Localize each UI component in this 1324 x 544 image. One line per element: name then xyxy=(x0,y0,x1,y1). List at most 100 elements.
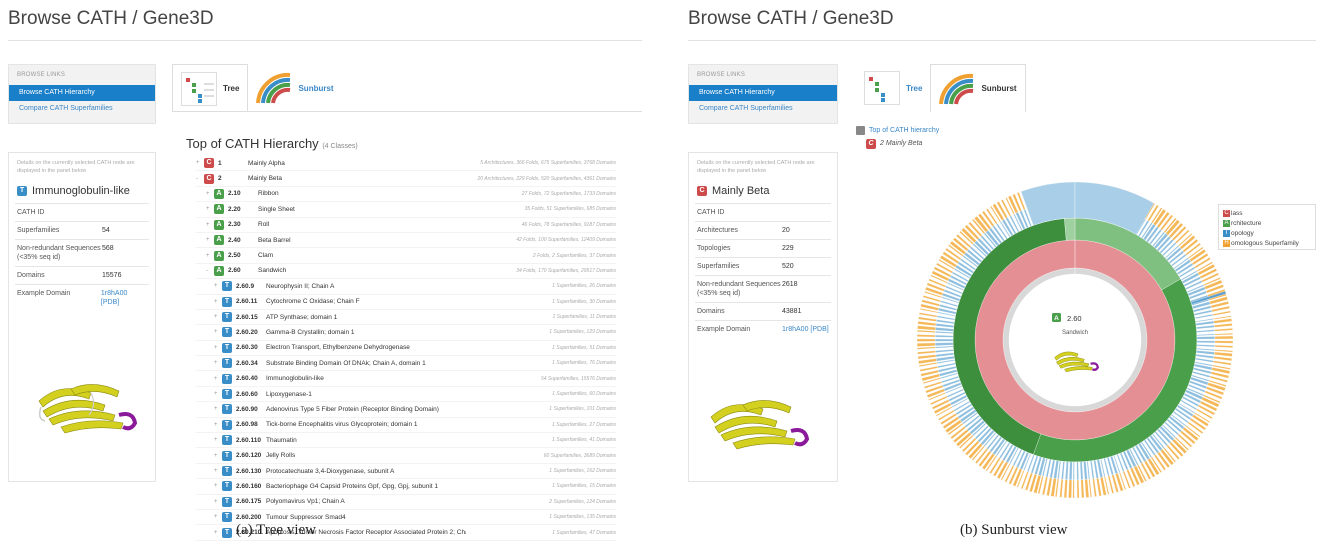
node-name[interactable]: Thaumatin xyxy=(266,437,466,444)
tree-row[interactable]: + T 2.60.98 Tick-borne Encephalitis virus G… xyxy=(196,418,616,434)
expand-toggle-icon[interactable]: + xyxy=(214,314,222,320)
tab-sunburst[interactable]: Sunburst xyxy=(930,64,1026,112)
sunburst-leaf-segment[interactable] xyxy=(1196,338,1234,342)
node-code: 2.60.40 xyxy=(236,375,258,383)
level-badge: T xyxy=(222,527,232,538)
compare-superfamilies-link[interactable]: Compare CATH Superfamilies xyxy=(9,101,155,117)
node-stats: 1 Superfamilies, 27 Domains xyxy=(552,421,616,428)
collapse-toggle-icon[interactable]: - xyxy=(206,268,214,274)
info-row: CATH ID xyxy=(695,203,831,221)
info-row-key: Example Domain xyxy=(17,290,71,297)
node-name[interactable]: Mainly Beta xyxy=(248,175,466,182)
tab-tree[interactable]: Tree xyxy=(856,64,930,112)
expand-toggle-icon[interactable]: + xyxy=(196,160,204,166)
tab-sunburst-label: Sunburst xyxy=(981,84,1017,93)
node-name[interactable]: Adenovirus Type 5 Fiber Protein (Recepto… xyxy=(266,406,466,413)
expand-toggle-icon[interactable]: + xyxy=(214,483,222,489)
expand-toggle-icon[interactable]: + xyxy=(214,406,222,412)
expand-toggle-icon[interactable]: + xyxy=(214,345,222,351)
expand-toggle-icon[interactable]: + xyxy=(214,453,222,459)
expand-toggle-icon[interactable]: + xyxy=(214,468,222,474)
expand-toggle-icon[interactable]: + xyxy=(214,422,222,428)
expand-toggle-icon[interactable]: + xyxy=(206,222,214,228)
node-name[interactable]: Neurophysin II; Chain A xyxy=(266,283,466,290)
tab-tree[interactable]: Tree xyxy=(172,64,249,112)
node-name[interactable]: Tick-borne Encephalitis virus Glycoprote… xyxy=(266,421,466,428)
tree-row[interactable]: + T 2.60.34 Substrate Binding Domain Of DNA… xyxy=(196,356,616,372)
tree-row[interactable]: - C 2 Mainly Beta 20 Architectures, 229 Fold… xyxy=(196,171,616,187)
tree-row[interactable]: + T 2.60.30 Electron Transport, Ethylbenzen… xyxy=(196,341,616,357)
breadcrumb-class-label: 2 Mainly Beta xyxy=(880,140,923,147)
browse-hierarchy-link[interactable]: Browse CATH Hierarchy xyxy=(689,85,837,101)
node-name[interactable]: Immunoglobulin-like xyxy=(266,375,466,382)
expand-toggle-icon[interactable]: + xyxy=(206,206,214,212)
tab-divider xyxy=(172,111,642,112)
breadcrumb-class[interactable]: C 2 Mainly Beta xyxy=(856,137,939,150)
tree-row[interactable]: + A 2.40 Beta Barrel 42 Folds, 100 Superfami… xyxy=(196,233,616,249)
node-stats: 1 Superfamilies, 15 Domains xyxy=(552,483,616,490)
node-name[interactable]: Mainly Alpha xyxy=(248,160,466,167)
node-name[interactable]: Polyomavirus Vp1; Chain A xyxy=(266,498,466,505)
tree-row[interactable]: + T 2.60.90 Adenovirus Type 5 Fiber Protein… xyxy=(196,402,616,418)
expand-toggle-icon[interactable]: + xyxy=(206,191,214,197)
expand-toggle-icon[interactable]: + xyxy=(214,329,222,335)
tree-row[interactable]: + T 2.60.110 Thaumatin 1 Superfamilies, 41 D… xyxy=(196,433,616,449)
expand-toggle-icon[interactable]: + xyxy=(214,499,222,505)
tree-row[interactable]: + A 2.30 Roll 46 Folds, 78 Superfamilies, 91… xyxy=(196,218,616,233)
node-name[interactable]: Lipoxygenase-1 xyxy=(266,391,466,398)
node-name[interactable]: Electron Transport, Ethylbenzene Dehydro… xyxy=(266,344,466,351)
view-tabs: Tree Sunburst xyxy=(172,64,342,112)
tree-row[interactable]: + T 2.60.160 Bacteriophage G4 Capsid Protei… xyxy=(196,479,616,495)
sunburst-chart[interactable]: A 2.60 Sandwich xyxy=(910,172,1240,512)
collapse-toggle-icon[interactable]: - xyxy=(196,176,204,182)
tree-row[interactable]: + T 2.60.9 Neurophysin II; Chain A 1 Superfa… xyxy=(196,279,616,295)
node-name[interactable]: Gamma-B Crystallin; domain 1 xyxy=(266,329,466,336)
tree-row[interactable]: + T 2.60.175 Polyomavirus Vp1; Chain A 2 Sup… xyxy=(196,495,616,510)
expand-toggle-icon[interactable]: + xyxy=(214,530,222,536)
tree-row[interactable]: + T 2.60.15 ATP Synthase; domain 1 1 Superfa… xyxy=(196,310,616,326)
node-name[interactable]: Tumour Suppressor Smad4 xyxy=(266,514,466,521)
tree-row[interactable]: + T 2.60.60 Lipoxygenase-1 1 Superfamilies, … xyxy=(196,387,616,403)
expand-toggle-icon[interactable]: + xyxy=(214,283,222,289)
tree-row[interactable]: - A 2.60 Sandwich 34 Folds, 170 Superfamilie… xyxy=(196,264,616,280)
node-name[interactable]: Roll xyxy=(258,221,466,228)
expand-toggle-icon[interactable]: + xyxy=(206,253,214,259)
node-name[interactable]: Sandwich xyxy=(258,267,466,274)
tab-sunburst[interactable]: Sunburst xyxy=(248,64,341,112)
expand-toggle-icon[interactable]: + xyxy=(214,514,222,520)
example-domain-link[interactable]: 1r8hA00 [PDB] xyxy=(101,289,147,307)
tree-row[interactable]: + T 2.60.130 Protocatechuate 3,4-Dioxygenas… xyxy=(196,464,616,480)
example-domain-link[interactable]: 1r8hA00 [PDB] xyxy=(782,325,829,334)
node-name[interactable]: Protocatechuate 3,4-Dioxygenase, subunit… xyxy=(266,468,466,475)
node-name[interactable]: Clam xyxy=(258,252,466,259)
browse-hierarchy-link[interactable]: Browse CATH Hierarchy xyxy=(9,85,155,101)
sunburst-architecture-segment[interactable] xyxy=(1064,217,1076,241)
expand-toggle-icon[interactable]: + xyxy=(214,299,222,305)
compare-superfamilies-link[interactable]: Compare CATH Superfamilies xyxy=(689,101,837,117)
tree-row[interactable]: + A 2.10 Ribbon 27 Folds, 72 Superfamilies, … xyxy=(196,187,616,203)
node-name[interactable]: Cytochrome C Oxidase; Chain F xyxy=(266,298,466,305)
node-name[interactable]: Bacteriophage G4 Capsid Proteins Gpf, Gp… xyxy=(266,483,466,490)
node-name[interactable]: Substrate Binding Domain Of DNAk; Chain … xyxy=(266,360,466,367)
node-name[interactable]: ATP Synthase; domain 1 xyxy=(266,314,466,321)
info-row-key: Superfamilies xyxy=(697,263,740,270)
expand-toggle-icon[interactable]: + xyxy=(214,376,222,382)
node-name[interactable]: Single Sheet xyxy=(258,206,466,213)
expand-toggle-icon[interactable]: + xyxy=(206,237,214,243)
tree-row[interactable]: + T 2.60.11 Cytochrome C Oxidase; Chain F 1 … xyxy=(196,295,616,310)
node-stats: 35 Folds, 51 Superfamilies, 685 Domains xyxy=(524,206,616,213)
node-name[interactable]: Beta Barrel xyxy=(258,237,466,244)
sunburst-leaf-segment[interactable] xyxy=(1074,461,1078,499)
expand-toggle-icon[interactable]: + xyxy=(214,391,222,397)
expand-toggle-icon[interactable]: + xyxy=(214,360,222,366)
tree-row[interactable]: + T 2.60.120 Jelly Rolls 60 Superfamilies, 3… xyxy=(196,448,616,464)
expand-toggle-icon[interactable]: + xyxy=(214,437,222,443)
tree-row[interactable]: + A 2.20 Single Sheet 35 Folds, 51 Superfami… xyxy=(196,202,616,218)
tree-row[interactable]: + T 2.60.20 Gamma-B Crystallin; domain 1 1 S… xyxy=(196,325,616,341)
node-name[interactable]: Ribbon xyxy=(258,190,466,197)
node-name[interactable]: Jelly Rolls xyxy=(266,452,466,459)
tree-row[interactable]: + A 2.50 Clam 2 Folds, 2 Superfamilies, 37 D… xyxy=(196,248,616,264)
tree-row[interactable]: + T 2.60.40 Immunoglobulin-like 54 Superfami… xyxy=(196,371,616,387)
tree-row[interactable]: + C 1 Mainly Alpha 5 Architectures, 366 Fold… xyxy=(196,156,616,172)
breadcrumb-top[interactable]: Top of CATH hierarchy xyxy=(856,124,939,137)
